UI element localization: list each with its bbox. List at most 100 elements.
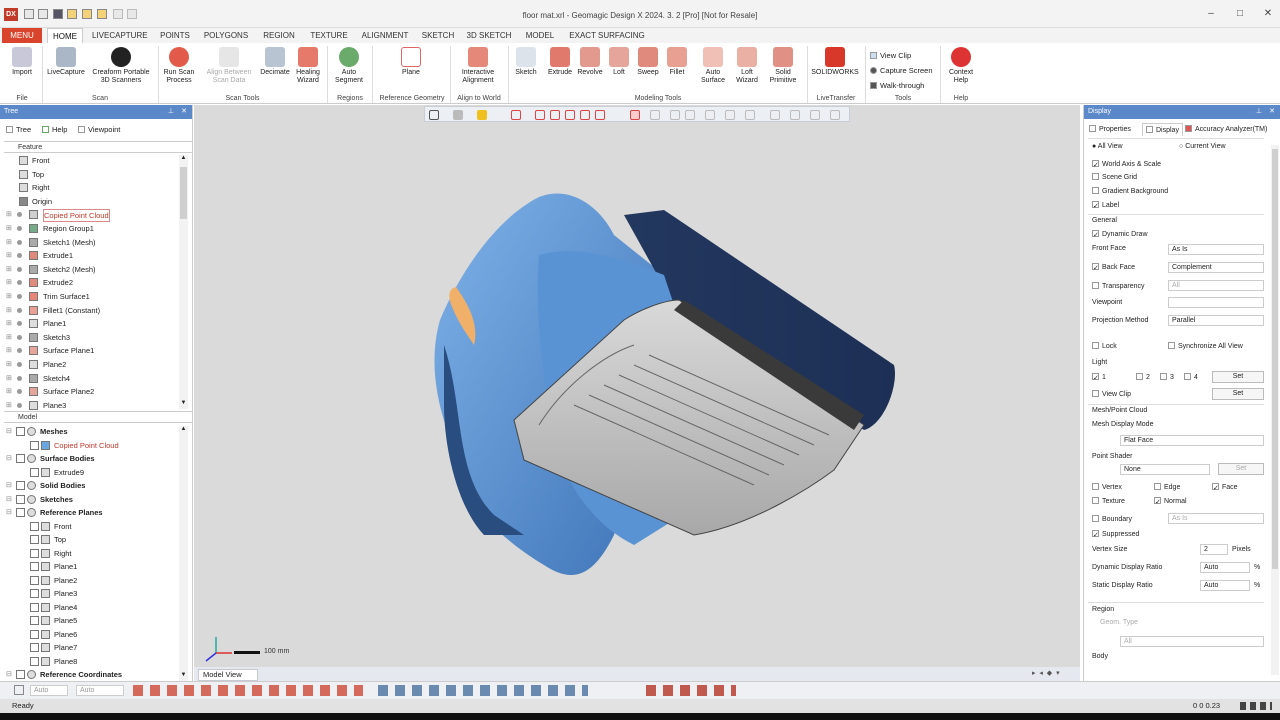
visibility-checkbox[interactable]	[30, 616, 39, 625]
visibility-dot-icon[interactable]	[17, 212, 22, 218]
transparency-select[interactable]: All	[1168, 280, 1264, 291]
world-axis-checkbox[interactable]: ✓ World Axis & Scale	[1092, 160, 1161, 169]
import-button[interactable]: Import	[6, 47, 38, 77]
close-icon[interactable]: ✕	[1260, 8, 1276, 20]
feature-scrollbar[interactable]: ▲ ▼	[179, 155, 188, 409]
scene-grid-checkbox[interactable]: Scene Grid	[1092, 173, 1137, 181]
livecapture-button[interactable]: LiveCapture	[45, 47, 87, 77]
loft-button[interactable]: Loft	[607, 47, 631, 77]
visibility-checkbox[interactable]	[16, 494, 25, 504]
tab-viewpoint[interactable]: Viewpoint	[78, 124, 120, 136]
minimize-icon[interactable]: –	[1203, 8, 1219, 20]
expand-icon[interactable]: ⊞	[6, 344, 12, 357]
view-clip-set-button[interactable]: Set	[1212, 388, 1264, 400]
tab-3d-sketch[interactable]: 3D SKETCH	[466, 28, 512, 43]
tab-texture[interactable]: TEXTURE	[308, 28, 350, 43]
tab-livecapture[interactable]: LIVECAPTURE	[92, 28, 148, 43]
visibility-checkbox[interactable]	[16, 481, 25, 490]
revolve-button[interactable]: Revolve	[575, 47, 605, 77]
scroll-up-icon[interactable]: ▲	[179, 426, 188, 435]
visibility-checkbox[interactable]	[30, 521, 39, 531]
visibility-dot-icon[interactable]	[17, 334, 22, 340]
visibility-checkbox[interactable]	[30, 643, 39, 652]
expand-icon[interactable]: ⊞	[6, 222, 12, 235]
sweep-button[interactable]: Sweep	[634, 47, 662, 77]
bottom-view-icon[interactable]	[595, 110, 605, 120]
geom-type-select[interactable]: All	[1120, 636, 1264, 647]
synchronize-all-view-checkbox[interactable]: Synchronize All View	[1168, 342, 1243, 350]
light-4-checkbox[interactable]: 4	[1184, 373, 1198, 381]
tab-exact-surfacing[interactable]: EXACT SURFACING	[568, 28, 646, 43]
view-mode-icon[interactable]	[429, 110, 439, 120]
expand-icon[interactable]: ⊞	[6, 317, 12, 330]
viewpoint-select[interactable]	[1168, 297, 1264, 308]
visibility-dot-icon[interactable]	[17, 321, 22, 327]
display-scroll-thumb[interactable]	[1272, 149, 1278, 569]
visibility-dot-icon[interactable]	[17, 402, 22, 408]
scroll-up-icon[interactable]: ▲	[179, 155, 188, 164]
expand-icon[interactable]: ⊟	[6, 493, 12, 506]
render-mode-icon[interactable]	[477, 110, 487, 120]
visibility-checkbox[interactable]	[30, 575, 39, 585]
visibility-dot-icon[interactable]	[17, 389, 22, 395]
visibility-dot-icon[interactable]	[17, 266, 22, 272]
model-viewport[interactable]: 100 mm	[194, 105, 1080, 667]
expand-icon[interactable]: ⊞	[6, 276, 12, 289]
projection-method-select[interactable]: Parallel	[1168, 315, 1264, 326]
snap-mode-icons[interactable]	[378, 685, 588, 696]
tab-sketch[interactable]: SKETCH	[419, 28, 457, 43]
select-tool-icon[interactable]	[770, 110, 780, 120]
visibility-checkbox[interactable]	[30, 602, 39, 612]
normal-checkbox[interactable]: ✓ Normal	[1154, 497, 1187, 506]
boundary-select[interactable]: As Is	[1168, 513, 1264, 524]
visibility-checkbox[interactable]	[30, 562, 39, 571]
selection-mode-icons[interactable]	[133, 685, 363, 696]
pin-icon[interactable]: ⊥	[168, 105, 174, 119]
3d-scene[interactable]	[194, 105, 1080, 667]
visibility-checkbox[interactable]	[30, 589, 39, 598]
gradient-background-checkbox[interactable]: Gradient Background	[1092, 187, 1168, 195]
context-help-button[interactable]: Context Help	[944, 47, 978, 85]
tab-model[interactable]: MODEL	[521, 28, 559, 43]
light-set-button[interactable]: Set	[1212, 371, 1264, 383]
back-face-select[interactable]: Complement	[1168, 262, 1264, 273]
light-3-checkbox[interactable]: 3	[1160, 373, 1174, 381]
visibility-checkbox[interactable]	[30, 629, 39, 639]
vertex-checkbox[interactable]: Vertex	[1092, 483, 1122, 491]
visibility-checkbox[interactable]	[16, 454, 25, 463]
interactive-alignment-button[interactable]: Interactive Alignment	[455, 47, 501, 85]
visibility-dot-icon[interactable]	[17, 253, 22, 259]
expand-icon[interactable]: ⊞	[6, 208, 12, 221]
expand-icon[interactable]: ⊞	[6, 249, 12, 262]
align-between-scan-data-button[interactable]: Align Between Scan Data	[202, 47, 256, 85]
visibility-checkbox[interactable]	[16, 427, 25, 436]
view-cube-icon[interactable]	[453, 110, 463, 120]
visibility-checkbox[interactable]	[16, 670, 25, 679]
expand-icon[interactable]: ⊟	[6, 506, 12, 519]
transparency-checkbox[interactable]: Transparency	[1092, 282, 1145, 290]
select-tool-icon[interactable]	[705, 110, 715, 120]
dynamic-display-ratio-select[interactable]: Auto	[1200, 562, 1250, 573]
select-tool-icon[interactable]	[810, 110, 820, 120]
light-2-checkbox[interactable]: 2	[1136, 373, 1150, 381]
expand-icon[interactable]: ⊞	[6, 236, 12, 249]
mesh-display-mode-select[interactable]: Flat Face	[1120, 435, 1264, 446]
point-shader-set-button[interactable]: Set	[1218, 463, 1264, 475]
selection-mode-icon[interactable]	[630, 110, 640, 120]
back-face-checkbox[interactable]: ✓ Back Face	[1092, 263, 1135, 272]
extrude-button[interactable]: Extrude	[545, 47, 575, 77]
visibility-dot-icon[interactable]	[17, 226, 22, 231]
expand-icon[interactable]: ⊞	[6, 399, 12, 412]
selection-filter-icon[interactable]	[14, 685, 24, 695]
decimate-button[interactable]: Decimate	[258, 47, 292, 77]
filter-select-1[interactable]: Auto	[30, 685, 68, 696]
static-display-ratio-select[interactable]: Auto	[1200, 580, 1250, 591]
visibility-dot-icon[interactable]	[17, 239, 22, 245]
expand-icon[interactable]: ⊟	[6, 479, 12, 492]
view-clip-checkbox[interactable]: View Clip	[1092, 390, 1131, 398]
texture-checkbox[interactable]: Texture	[1092, 497, 1125, 505]
expand-icon[interactable]: ⊟	[6, 668, 12, 681]
front-face-select[interactable]: As Is	[1168, 244, 1264, 255]
filter-select-2[interactable]: Auto	[76, 685, 124, 696]
expand-icon[interactable]: ⊞	[6, 358, 12, 371]
